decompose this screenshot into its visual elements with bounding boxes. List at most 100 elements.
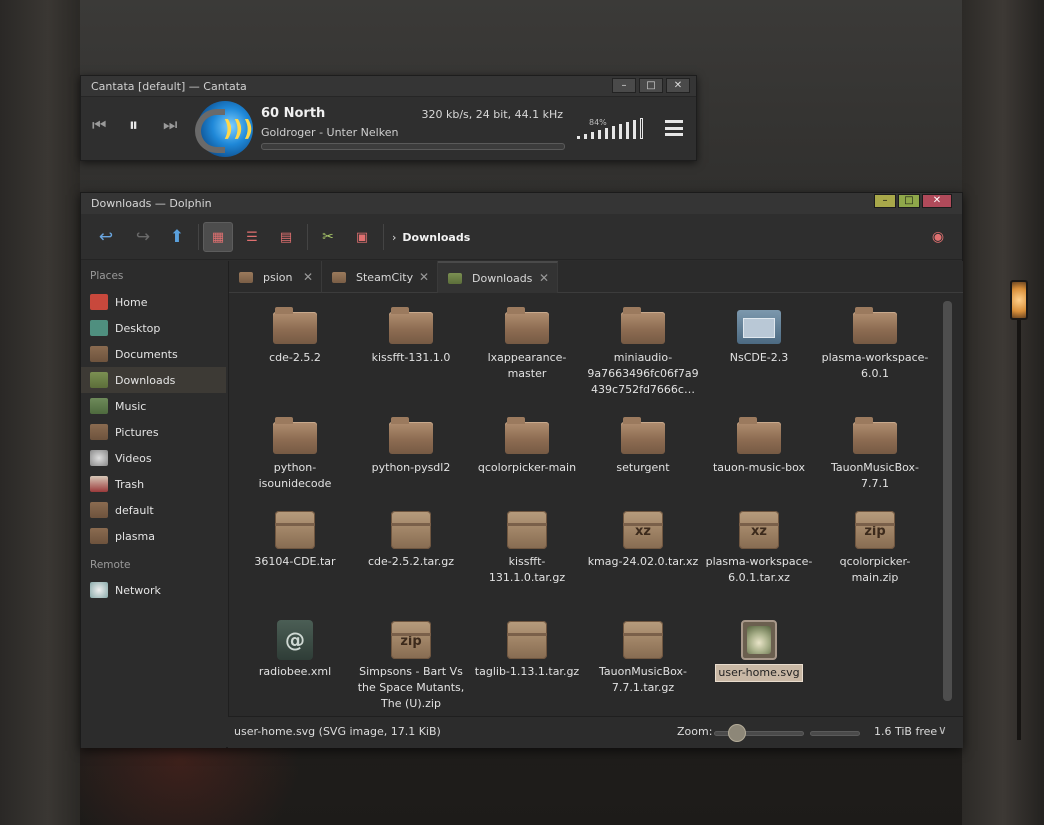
dolphin-maximize-button[interactable]: □ xyxy=(898,194,920,208)
compact-view-icon[interactable]: ☰ xyxy=(237,222,267,252)
dolphin-minimize-button[interactable]: – xyxy=(874,194,896,208)
tab-psion[interactable]: psion ✕ xyxy=(229,261,322,293)
selection-info: user-home.svg (SVG image, 17.1 KiB) xyxy=(234,725,441,738)
file-name: user-home.svg xyxy=(715,664,803,682)
sidebar-item-network[interactable]: Network xyxy=(81,577,226,603)
dolphin-titlebar[interactable]: Downloads — Dolphin xyxy=(81,193,962,214)
file-item[interactable]: qcolorpicker-main xyxy=(471,414,583,476)
folder-icon xyxy=(387,304,435,346)
file-name: taglib-1.13.1.tar.gz xyxy=(474,665,580,678)
file-item[interactable]: 36104-CDE.tar xyxy=(239,508,351,570)
file-item[interactable]: kissfft-131.1.0.tar.gz xyxy=(471,508,583,586)
file-name: plasma-workspace-6.0.1.tar.xz xyxy=(705,555,813,584)
sidebar-item-plasma[interactable]: plasma xyxy=(81,523,226,549)
archive-glyph: zip xyxy=(864,524,886,539)
nscde-folder-icon xyxy=(735,304,783,346)
tab-steamcity[interactable]: SteamCity ✕ xyxy=(322,261,438,293)
cantata-window-title: Cantata [default] — Cantata xyxy=(91,79,247,93)
playback-progress-bar[interactable] xyxy=(261,143,565,150)
breadcrumb[interactable]: › Downloads xyxy=(392,231,470,244)
forward-arrow-icon[interactable]: ↪ xyxy=(128,222,158,252)
file-item[interactable]: user-home.svg xyxy=(703,618,815,682)
file-item[interactable]: TauonMusicBox-7.7.1 xyxy=(819,414,931,492)
file-item[interactable]: python-isounidecode xyxy=(239,414,351,492)
chevron-down-icon[interactable]: ∨ xyxy=(938,723,947,737)
file-item[interactable]: NsCDE-2.3 xyxy=(703,304,815,366)
file-item[interactable]: tauon-music-box xyxy=(703,414,815,476)
downloads-folder-icon xyxy=(448,272,462,284)
cantata-minimize-button[interactable]: – xyxy=(612,78,636,93)
archive-icon xyxy=(619,618,667,660)
details-view-icon[interactable]: ▤ xyxy=(271,222,301,252)
zoom-slider-handle[interactable] xyxy=(728,724,746,742)
folder-icon xyxy=(90,528,108,544)
file-name: seturgent xyxy=(616,461,670,474)
close-tab-icon[interactable]: ✕ xyxy=(303,270,313,284)
artist-album: Goldroger - Unter Nelken xyxy=(261,126,399,139)
cantata-close-button[interactable]: ✕ xyxy=(666,78,690,93)
file-item[interactable]: kissfft-131.1.0 xyxy=(355,304,467,366)
vertical-scrollbar[interactable] xyxy=(943,301,952,701)
volume-percent: 84% xyxy=(589,118,607,127)
close-tab-icon[interactable]: ✕ xyxy=(539,271,549,285)
file-item[interactable]: python-pysdl2 xyxy=(355,414,467,476)
up-arrow-icon[interactable]: ⬆ xyxy=(162,222,192,252)
file-item[interactable]: plasma-workspace-6.0.1 xyxy=(819,304,931,382)
file-item[interactable]: miniaudio-9a7663496fc06f7a9439c752fd7666… xyxy=(587,304,699,398)
file-item[interactable]: TauonMusicBox-7.7.1.tar.gz xyxy=(587,618,699,696)
sidebar-item-music[interactable]: Music xyxy=(81,393,226,419)
sidebar-item-desktop[interactable]: Desktop xyxy=(81,315,226,341)
preview-icon[interactable]: ▣ xyxy=(347,222,377,252)
next-track-button[interactable]: ⏭ xyxy=(163,117,177,133)
scrollbar-thumb[interactable] xyxy=(943,301,952,701)
close-tab-icon[interactable]: ✕ xyxy=(419,270,429,284)
file-name: Simpsons - Bart Vs the Space Mutants, Th… xyxy=(357,665,465,710)
file-name: NsCDE-2.3 xyxy=(729,351,789,364)
file-view: psion ✕ SteamCity ✕ Downloads ✕ cde-2.5.… xyxy=(228,261,963,716)
file-item[interactable]: cde-2.5.2.tar.gz xyxy=(355,508,467,570)
trash-icon xyxy=(90,476,108,492)
folder-icon xyxy=(503,414,551,456)
file-item[interactable]: taglib-1.13.1.tar.gz xyxy=(471,618,583,680)
sidebar-item-default[interactable]: default xyxy=(81,497,226,523)
file-name: qcolorpicker-main.zip xyxy=(839,555,911,584)
file-item[interactable]: zip qcolorpicker-main.zip xyxy=(819,508,931,586)
previous-track-button[interactable]: ⏮ xyxy=(92,117,106,133)
hamburger-menu-icon[interactable] xyxy=(665,120,683,136)
sidebar-item-home[interactable]: Home xyxy=(81,289,226,315)
file-name: cde-2.5.2 xyxy=(269,351,321,364)
folder-icon xyxy=(387,414,435,456)
file-item[interactable]: seturgent xyxy=(587,414,699,476)
sidebar-item-documents[interactable]: Documents xyxy=(81,341,226,367)
file-item[interactable]: @ radiobee.xml xyxy=(239,618,351,680)
remote-heading: Remote xyxy=(90,559,131,571)
breadcrumb-current[interactable]: Downloads xyxy=(402,231,470,244)
folder-icon xyxy=(332,271,346,283)
file-item[interactable]: lxappearance-master xyxy=(471,304,583,382)
folder-icon xyxy=(271,414,319,456)
song-title: 60 North xyxy=(261,106,326,121)
tab-downloads[interactable]: Downloads ✕ xyxy=(438,261,558,293)
split-view-icon[interactable]: ✂ xyxy=(313,222,343,252)
folder-icon xyxy=(735,414,783,456)
sidebar-item-videos[interactable]: Videos xyxy=(81,445,226,471)
sidebar-item-downloads[interactable]: Downloads xyxy=(81,367,226,393)
cantata-maximize-button[interactable]: □ xyxy=(639,78,663,93)
hamburger-menu-icon[interactable]: ◉ xyxy=(923,222,953,252)
file-item[interactable]: xz plasma-workspace-6.0.1.tar.xz xyxy=(703,508,815,586)
pause-button[interactable]: ⏸ xyxy=(129,117,138,135)
file-item[interactable]: zip Simpsons - Bart Vs the Space Mutants,… xyxy=(355,618,467,712)
file-name: miniaudio-9a7663496fc06f7a9439c752fd7666… xyxy=(587,351,699,396)
icons-view-icon[interactable]: ▦ xyxy=(203,222,233,252)
cantata-titlebar[interactable]: Cantata [default] — Cantata xyxy=(81,76,696,97)
toolbar: ↩ ↪ ⬆ ▦ ☰ ▤ ✂ ▣ › Downloads ◉ xyxy=(81,214,962,260)
sidebar-item-trash[interactable]: Trash xyxy=(81,471,226,497)
wallpaper-street-lamp xyxy=(1010,280,1028,320)
back-arrow-icon[interactable]: ↩ xyxy=(91,222,121,252)
sidebar-item-pictures[interactable]: Pictures xyxy=(81,419,226,445)
file-item[interactable]: cde-2.5.2 xyxy=(239,304,351,366)
file-name: python-isounidecode xyxy=(258,461,332,490)
album-art-icon[interactable]: ))) xyxy=(195,101,253,157)
file-item[interactable]: xz kmag-24.02.0.tar.xz xyxy=(587,508,699,570)
dolphin-close-button[interactable]: ✕ xyxy=(922,194,952,208)
